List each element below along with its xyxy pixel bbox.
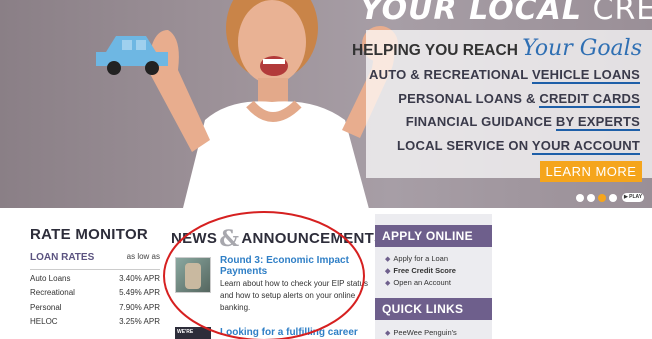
apply-online-header: APPLY ONLINE <box>375 225 492 247</box>
hero-banner: YOUR LOCAL CREDIT UNION HELPING YOU REAC… <box>0 0 652 208</box>
rate-monitor-title: RATE MONITOR <box>30 226 149 243</box>
hero-line-1-underlined: VEHICLE LOANS <box>531 67 640 84</box>
sidebar-item-label: PeeWee Penguin's <box>393 328 457 337</box>
paper-car-icon <box>96 36 168 75</box>
rate-row-name: Recreational <box>30 288 75 297</box>
hero-line-3-pre: FINANCIAL GUIDANCE <box>405 114 556 129</box>
hero-headline: HELPING YOU REACH Your Goals <box>352 36 642 61</box>
hero-line-1-pre: AUTO & RECREATIONAL <box>369 67 532 82</box>
diamond-bullet-icon: ◆ <box>385 330 391 337</box>
rate-row: Auto Loans 3.40% APR <box>30 274 160 286</box>
loan-rates-label[interactable]: LOAN RATES <box>30 252 94 263</box>
hero-headline-prefix: HELPING YOU REACH <box>351 42 523 59</box>
rate-row-name: HELOC <box>30 317 58 326</box>
hero-line-2: PERSONAL LOANS & CREDIT CARDS <box>398 91 640 108</box>
hero-line-3-underlined: BY EXPERTS <box>555 114 640 131</box>
rate-row: Personal 7.90% APR <box>30 303 160 315</box>
sidebar-item-label: Open an Account <box>393 278 451 287</box>
slider-dot-4[interactable] <box>609 193 617 202</box>
rate-row: HELOC 3.25% APR <box>30 317 160 329</box>
hero-headline-script: Your Goals <box>522 36 642 61</box>
hero-line-2-underlined: CREDIT CARDS <box>539 91 640 108</box>
annotation-circle <box>163 211 365 339</box>
rate-row-value: 5.49% APR <box>119 288 160 297</box>
hero-line-3: FINANCIAL GUIDANCE BY EXPERTS <box>405 114 640 131</box>
slider-dot-2[interactable] <box>587 193 595 202</box>
hero-line-2-pre: PERSONAL LOANS & <box>398 91 540 106</box>
sidebar-item-apply-loan[interactable]: ◆ Apply for a Loan <box>385 254 448 263</box>
hero-top-title-rest: CREDIT UNION <box>592 0 652 27</box>
slider-dot-1[interactable] <box>576 193 584 202</box>
slider-dot-3[interactable] <box>598 193 606 202</box>
hero-top-title: YOUR LOCAL CREDIT UNION <box>360 0 652 27</box>
slider-dots: ▶ PLAY <box>576 193 644 202</box>
rate-row-name: Auto Loans <box>30 274 71 283</box>
diamond-bullet-icon: ◆ <box>385 256 391 263</box>
hero-line-4-pre: LOCAL SERVICE ON <box>397 138 532 153</box>
hero-line-1: AUTO & RECREATIONAL VEHICLE LOANS <box>369 67 640 84</box>
rate-row: Recreational 5.49% APR <box>30 288 160 300</box>
sidebar-item-free-credit-score[interactable]: ◆ Free Credit Score <box>385 266 456 275</box>
sidebar-item-open-account[interactable]: ◆ Open an Account <box>385 278 451 287</box>
diamond-bullet-icon: ◆ <box>385 268 391 275</box>
rate-row-name: Personal <box>30 303 62 312</box>
hero-line-4-underlined: YOUR ACCOUNT <box>531 138 640 155</box>
quick-links-header: QUICK LINKS <box>375 298 492 320</box>
slider-play-button[interactable]: ▶ PLAY <box>622 193 644 202</box>
sidebar-item-label: Free Credit Score <box>393 266 456 275</box>
loan-rates-header: LOAN RATES as low as <box>30 252 160 270</box>
rate-row-value: 3.40% APR <box>119 274 160 283</box>
rate-row-value: 3.25% APR <box>119 317 160 326</box>
learn-more-button[interactable]: LEARN MORE <box>540 161 642 182</box>
hero-top-title-bold: YOUR LOCAL <box>360 0 582 27</box>
sidebar-item-peewee-penguins[interactable]: ◆ PeeWee Penguin's <box>385 328 457 337</box>
hero-line-4: LOCAL SERVICE ON YOUR ACCOUNT <box>397 138 640 155</box>
as-low-as-label: as low as <box>126 252 160 261</box>
rate-row-value: 7.90% APR <box>119 303 160 312</box>
sidebar-item-label: Apply for a Loan <box>393 254 449 263</box>
diamond-bullet-icon: ◆ <box>385 280 391 287</box>
